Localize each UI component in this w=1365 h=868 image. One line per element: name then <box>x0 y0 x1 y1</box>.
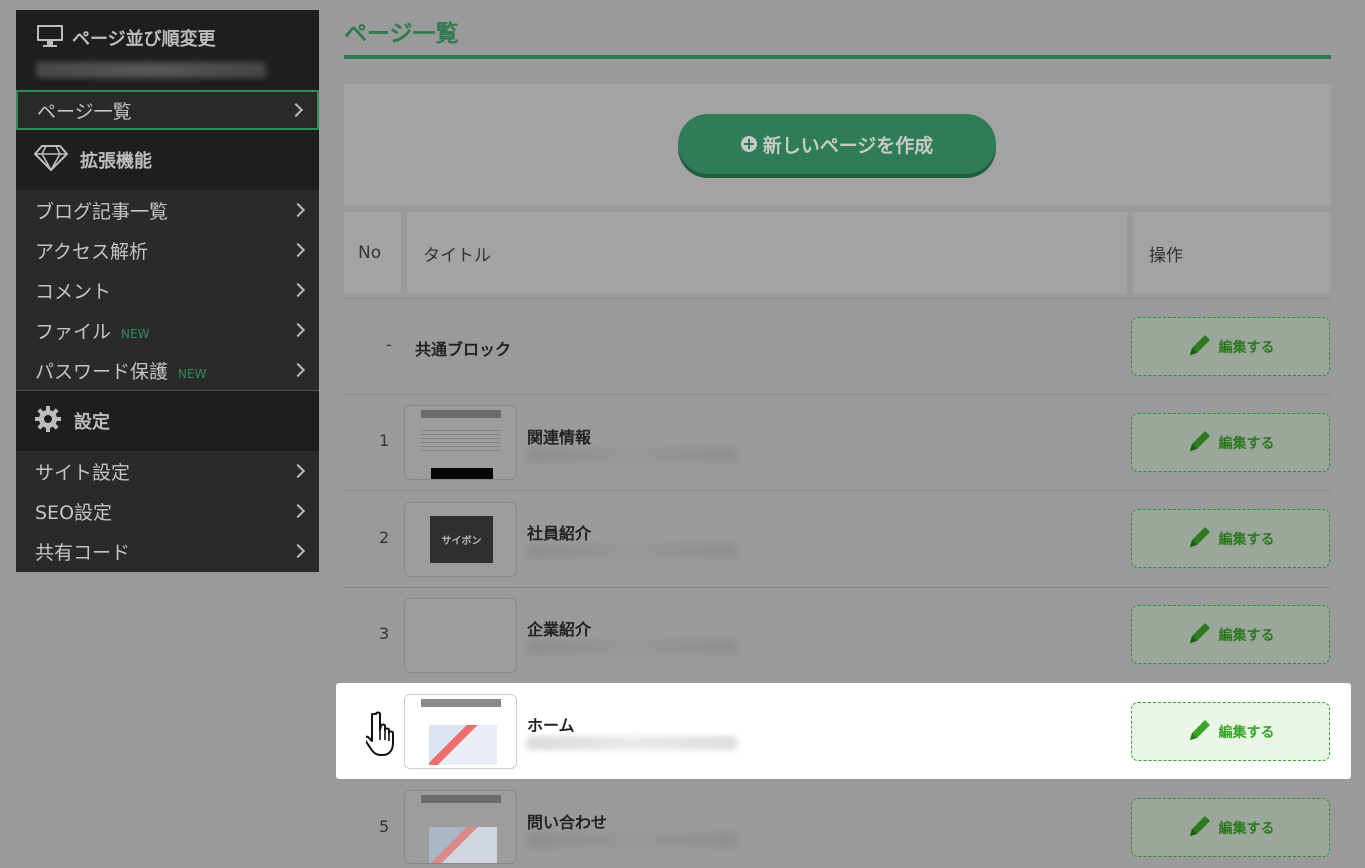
sidebar-item-label: サイト設定 <box>35 461 131 484</box>
sidebar: ページ並び順変更 ページ一覧 拡張機能 ブログ記事一覧 アクセス解析 コメント … <box>16 10 319 572</box>
edit-button[interactable]: 編集する <box>1131 317 1330 376</box>
page-thumbnail[interactable] <box>404 790 517 864</box>
chevron-right-icon <box>288 102 304 118</box>
page-thumbnail[interactable]: サイボン <box>404 502 517 577</box>
row-title: 社員紹介 <box>527 524 592 543</box>
sidebar-item-access[interactable]: アクセス解析 <box>16 230 319 270</box>
sidebar-item-page-list[interactable]: ページ一覧 <box>16 90 319 130</box>
edit-button[interactable]: 編集する <box>1131 413 1330 472</box>
sidebar-title: ページ並び順変更 <box>72 29 216 50</box>
sidebar-item-label: アクセス解析 <box>35 240 149 263</box>
section-title: 設定 <box>74 412 110 433</box>
row-number: 3 <box>379 624 390 643</box>
row-url-blurred <box>527 640 737 654</box>
diamond-icon <box>33 144 69 176</box>
row-url-blurred <box>527 833 737 847</box>
create-page-label: 新しいページを作成 <box>762 134 934 157</box>
new-badge: NEW <box>121 326 150 341</box>
edit-label: 編集する <box>1218 339 1275 356</box>
create-panel: 新しいページを作成 <box>344 84 1331 206</box>
page-title: ページ一覧 <box>344 21 459 47</box>
title-underline <box>344 55 1331 59</box>
row-number: - <box>386 335 392 354</box>
edit-label: 編集する <box>1218 724 1275 741</box>
sidebar-item-label: ブログ記事一覧 <box>35 200 169 223</box>
row-title: 関連情報 <box>527 428 592 447</box>
chevron-right-icon <box>290 242 306 258</box>
edit-button[interactable]: 編集する <box>1131 702 1330 761</box>
column-header-op: 操作 <box>1133 212 1330 294</box>
sidebar-item-password[interactable]: パスワード保護 NEW <box>16 350 319 390</box>
column-header-title: タイトル <box>407 212 1127 294</box>
chevron-right-icon <box>290 322 306 338</box>
site-url-blurred <box>36 62 266 78</box>
sidebar-item-label: パスワード保護 NEW <box>35 360 207 383</box>
column-header-no: No <box>344 212 401 294</box>
section-title: 拡張機能 <box>80 151 152 172</box>
chevron-right-icon <box>290 463 306 479</box>
sidebar-item-label: SEO設定 <box>35 501 113 524</box>
row-title: 共通ブロック <box>415 340 512 359</box>
row-url-blurred <box>527 544 737 558</box>
page-thumbnail[interactable] <box>404 598 517 673</box>
row-divider <box>344 394 1331 395</box>
chevron-right-icon <box>290 202 306 218</box>
sidebar-item-comment[interactable]: コメント <box>16 270 319 310</box>
row-divider <box>344 587 1331 588</box>
plus-circle-icon <box>740 136 757 152</box>
create-page-button[interactable]: 新しいページを作成 <box>678 114 996 174</box>
sidebar-item-site-settings[interactable]: サイト設定 <box>16 451 319 491</box>
edit-label: 編集する <box>1218 627 1275 644</box>
edit-button[interactable]: 編集する <box>1131 605 1330 664</box>
pencil-icon <box>1187 717 1213 747</box>
edit-button[interactable]: 編集する <box>1131 798 1330 857</box>
row-title: ホーム <box>527 716 575 735</box>
row-title: 企業紹介 <box>527 620 592 639</box>
row-number: 2 <box>379 528 390 547</box>
section-settings: 設定 <box>16 391 319 451</box>
pencil-icon <box>1187 428 1213 458</box>
chevron-right-icon <box>290 362 306 378</box>
row-number: 1 <box>379 431 390 450</box>
sidebar-item-seo[interactable]: SEO設定 <box>16 491 319 531</box>
sidebar-header: ページ並び順変更 <box>16 10 319 90</box>
row-title: 問い合わせ <box>527 813 608 832</box>
row-url-blurred <box>527 736 737 750</box>
sidebar-item-label: 共有コード <box>35 541 131 564</box>
pencil-icon <box>1187 332 1213 362</box>
sidebar-item-file[interactable]: ファイル NEW <box>16 310 319 350</box>
thumbnail-text: サイボン <box>430 516 493 563</box>
pencil-icon <box>1187 813 1213 843</box>
chevron-right-icon <box>290 503 306 519</box>
edit-label: 編集する <box>1218 531 1275 548</box>
sidebar-item-blog[interactable]: ブログ記事一覧 <box>16 190 319 230</box>
table-row-dragging[interactable]: ホーム 編集する <box>336 683 1351 779</box>
row-number: 5 <box>379 817 390 836</box>
section-extend: 拡張機能 <box>16 130 319 190</box>
edit-label: 編集する <box>1218 820 1275 837</box>
chevron-right-icon <box>290 543 306 559</box>
pencil-icon <box>1187 524 1213 554</box>
row-url-blurred <box>527 448 737 462</box>
edit-label: 編集する <box>1218 435 1275 452</box>
page-thumbnail[interactable] <box>404 405 517 480</box>
chevron-right-icon <box>290 282 306 298</box>
gear-icon <box>34 405 62 438</box>
new-badge: NEW <box>178 366 207 381</box>
sidebar-item-label: ページ一覧 <box>37 100 132 123</box>
page-thumbnail[interactable] <box>404 694 517 769</box>
sidebar-item-label: ファイル NEW <box>35 320 150 343</box>
sidebar-item-shared-code[interactable]: 共有コード <box>16 531 319 571</box>
edit-button[interactable]: 編集する <box>1131 509 1330 568</box>
sidebar-item-label: コメント <box>35 280 112 303</box>
pencil-icon <box>1187 620 1213 650</box>
row-divider <box>344 490 1331 491</box>
monitor-icon <box>36 24 64 52</box>
row-divider <box>344 298 1331 299</box>
hand-pointer-icon <box>363 710 400 762</box>
